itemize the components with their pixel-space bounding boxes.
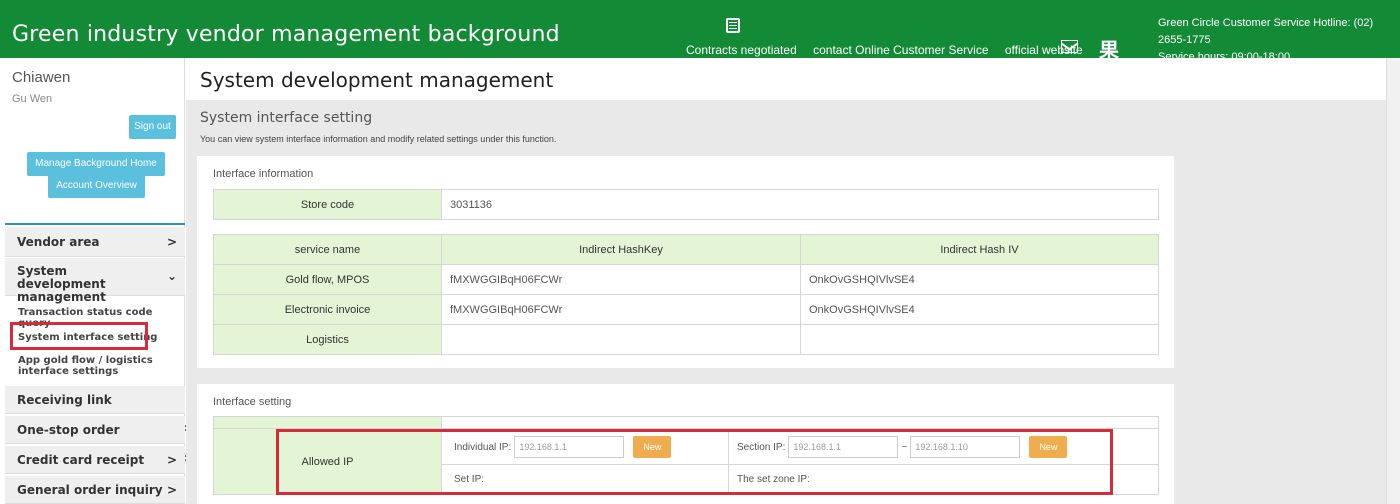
page-title-bar: System development management [186, 58, 1386, 100]
menu-label: System development management [17, 264, 106, 304]
main-content: System development management System int… [186, 58, 1400, 504]
table-row: Logistics [213, 324, 1159, 355]
top-nav: Contracts negotiated contact Online Cust… [686, 43, 1096, 57]
chevron-right-icon: > [166, 235, 177, 249]
brand-title: Green industry vendor management backgro… [12, 22, 560, 47]
row-hashiv: OnkOvGSHQIVlvSE4 [800, 294, 1159, 325]
row-hashkey [441, 324, 801, 355]
chevron-down-icon: ⌄ [166, 269, 177, 283]
sidebar-item-app-interface[interactable]: App gold flow / logistics interface sett… [18, 355, 183, 377]
menu-receiving-link[interactable]: Receiving link management > [5, 386, 192, 435]
chevron-right-icon: > [166, 453, 177, 467]
store-code-table: Store code 3031136 [213, 189, 1159, 220]
nav-contracts[interactable]: Contracts negotiated [686, 43, 797, 57]
sign-out-button[interactable]: Sign out [129, 115, 176, 139]
col-hashiv: Indirect Hash IV [800, 234, 1159, 265]
top-header: Green industry vendor management backgro… [0, 0, 1400, 63]
table-header: service name Indirect HashKey Indirect H… [213, 234, 1159, 265]
menu-label: Vendor area [17, 235, 100, 249]
menu-one-stop-order[interactable]: One-stop order management > [5, 416, 192, 465]
vertical-scrollbar[interactable] [1386, 58, 1400, 504]
user-name: Chiawen [12, 69, 71, 86]
row-service: Logistics [213, 324, 442, 355]
col-hashkey: Indirect HashKey [441, 234, 801, 265]
row-service: Electronic invoice [213, 294, 442, 325]
row-hashkey: fMXWGGIBqH06FCWr [441, 294, 801, 325]
menu-label: General order inquiry [17, 483, 163, 497]
spacer-cell [441, 416, 1159, 429]
account-overview-button[interactable]: Account Overview [48, 174, 145, 198]
menu-credit-card-receipt[interactable]: Credit card receipt > [5, 446, 185, 474]
interface-info-panel: Interface information Store code 3031136… [197, 156, 1174, 368]
user-subname: Gu Wen [12, 93, 53, 105]
row-hashiv [800, 324, 1159, 355]
menu-label: Credit card receipt [17, 453, 145, 467]
row-hashiv: OnkOvGSHQIVlvSE4 [800, 264, 1159, 295]
row-service: Gold flow, MPOS [213, 264, 442, 295]
spacer-cell [213, 416, 442, 429]
highlight-box [276, 429, 1113, 495]
table-row: Electronic invoice fMXWGGIBqH06FCWr OnkO… [213, 294, 1159, 325]
mail-icon[interactable] [1061, 40, 1078, 53]
menu-vendor-area[interactable]: Vendor area > [5, 227, 185, 257]
page-title: System development management [200, 68, 554, 92]
hotline-text: Green Circle Customer Service Hotline: (… [1158, 17, 1374, 46]
table-row: Gold flow, MPOS fMXWGGIBqH06FCWr OnkOvGS… [213, 264, 1159, 295]
menu-system-development[interactable]: System development management ⌄ [5, 258, 185, 304]
highlight-box [10, 322, 148, 350]
nav-contact-service[interactable]: contact Online Customer Service [813, 43, 988, 57]
col-service-name: service name [213, 234, 442, 265]
panel-heading: Interface setting [213, 396, 292, 408]
manage-home-button[interactable]: Manage Background Home [27, 152, 165, 176]
panel-heading: Interface information [213, 168, 314, 180]
chevron-right-icon: > [166, 483, 177, 497]
store-code-label: Store code [213, 189, 442, 220]
sidebar: Chiawen Gu Wen Sign out Manage Backgroun… [0, 58, 192, 504]
section-title: System interface setting [200, 110, 373, 126]
section-description: You can view system interface informatio… [200, 134, 557, 144]
sidebar-divider [5, 223, 185, 225]
store-code-value: 3031136 [441, 189, 1159, 220]
row-hashkey: fMXWGGIBqH06FCWr [441, 264, 801, 295]
menu-general-order[interactable]: General order inquiry > [5, 476, 185, 504]
hash-table: service name Indirect HashKey Indirect H… [213, 234, 1159, 355]
calendar-icon[interactable] [726, 18, 740, 33]
